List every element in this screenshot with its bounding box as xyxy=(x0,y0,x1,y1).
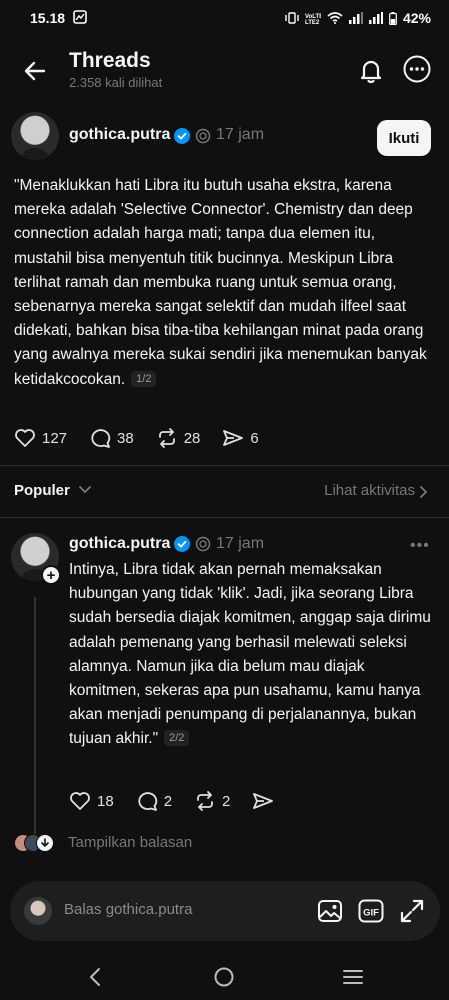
page-indicator: 2/2 xyxy=(164,730,190,747)
reply-more-button[interactable]: ••• xyxy=(410,537,430,555)
divider xyxy=(0,465,449,466)
battery-icon xyxy=(389,11,397,25)
nav-home-icon[interactable] xyxy=(212,965,236,989)
post-text: "Menaklukkan hati Libra itu butuh usaha … xyxy=(14,177,427,388)
post-time: 17 jam xyxy=(216,126,265,143)
follow-button[interactable]: Ikuti xyxy=(377,120,431,156)
show-replies-row[interactable]: Tampilkan balasan xyxy=(0,831,449,855)
volte-icon: VoLTE2LTE2 xyxy=(305,12,321,24)
reply-composer[interactable]: Balas gothica.putra GIF xyxy=(10,881,440,941)
sort-bar: Populer Lihat aktivitas xyxy=(0,478,449,504)
system-nav-bar xyxy=(0,950,449,1000)
view-count: 2.358 kali dilihat xyxy=(69,75,163,90)
comment-icon xyxy=(91,429,111,448)
user-avatar xyxy=(24,897,52,925)
svg-text:LTE2: LTE2 xyxy=(305,20,320,24)
repost-count: 28 xyxy=(183,429,201,447)
chevron-down-icon[interactable] xyxy=(78,485,92,495)
show-replies-label: Tampilkan balasan xyxy=(68,834,193,851)
reply-count: 2 xyxy=(163,792,173,810)
like-count: 18 xyxy=(97,792,114,810)
verified-icon xyxy=(174,128,190,144)
gif-icon[interactable]: GIF xyxy=(358,898,384,924)
more-icon xyxy=(403,55,431,83)
share-button[interactable]: 6 xyxy=(222,428,259,448)
like-count: 127 xyxy=(42,429,68,447)
expand-icon[interactable] xyxy=(399,898,425,924)
post-body: "Menaklukkan hati Libra itu butuh usaha … xyxy=(14,174,434,392)
signal-icon xyxy=(348,12,363,24)
sort-dropdown[interactable]: Populer xyxy=(14,482,70,499)
image-icon[interactable] xyxy=(317,898,343,924)
chevron-right-icon xyxy=(420,486,428,498)
reply-time: 17 jam xyxy=(216,535,265,552)
verified-icon xyxy=(174,536,190,552)
share-icon xyxy=(253,793,274,809)
svg-text:GIF: GIF xyxy=(363,908,379,919)
bell-icon xyxy=(360,60,382,84)
reply-text: Intinya, Libra tidak akan pernah memaksa… xyxy=(69,561,431,748)
divider xyxy=(0,517,449,518)
share-count: 6 xyxy=(250,429,259,447)
nav-back-icon[interactable] xyxy=(84,965,108,989)
nav-menu-icon[interactable] xyxy=(341,965,365,989)
wifi-icon xyxy=(327,12,343,24)
repost-icon xyxy=(158,428,175,448)
heart-icon xyxy=(70,792,90,810)
back-button[interactable] xyxy=(20,56,50,86)
back-arrow-icon xyxy=(24,61,46,81)
repost-icon xyxy=(197,791,213,811)
like-button[interactable]: 127 xyxy=(14,428,67,448)
view-activity-link[interactable]: Lihat aktivitas xyxy=(324,482,415,499)
signal-icon-2 xyxy=(368,12,383,24)
reply-count: 38 xyxy=(117,429,134,447)
comment-button[interactable]: 2 xyxy=(136,791,172,811)
reply-body: Intinya, Libra tidak akan pernah memaksa… xyxy=(69,558,435,752)
vibrate-icon xyxy=(285,12,299,24)
gallery-notification-icon xyxy=(73,9,87,27)
share-icon xyxy=(223,430,244,446)
status-bar: 15.18 VoLTE2LTE2 42% xyxy=(0,0,449,36)
post-actions: 127 38 28 6 xyxy=(14,428,281,448)
reply-input[interactable]: Balas gothica.putra xyxy=(64,901,192,918)
clock-icon xyxy=(195,128,211,144)
share-button[interactable] xyxy=(252,791,280,811)
repost-button[interactable]: 28 xyxy=(156,428,201,448)
page-indicator: 1/2 xyxy=(131,370,157,387)
repost-button[interactable]: 2 xyxy=(194,791,230,811)
follow-plus-button[interactable]: + xyxy=(41,565,61,585)
comment-button[interactable]: 38 xyxy=(89,428,134,448)
expand-replies-icon xyxy=(36,834,54,852)
battery-percent: 42% xyxy=(402,10,431,26)
reply-actions: 18 2 2 xyxy=(69,791,302,811)
more-options-button[interactable] xyxy=(402,54,432,84)
comment-icon xyxy=(138,792,157,811)
status-time: 15.18 xyxy=(30,10,66,26)
reply-author-username[interactable]: gothica.putra xyxy=(69,535,170,553)
notification-button[interactable] xyxy=(356,55,386,85)
thread-line xyxy=(34,597,36,852)
author-username[interactable]: gothica.putra xyxy=(69,126,170,144)
heart-icon xyxy=(15,429,35,447)
repost-count: 2 xyxy=(222,792,231,810)
clock-icon xyxy=(195,536,211,552)
author-avatar[interactable] xyxy=(11,112,59,160)
thread-header: Threads 2.358 kali dilihat xyxy=(0,44,449,96)
page-title: Threads xyxy=(69,49,151,72)
like-button[interactable]: 18 xyxy=(69,791,114,811)
